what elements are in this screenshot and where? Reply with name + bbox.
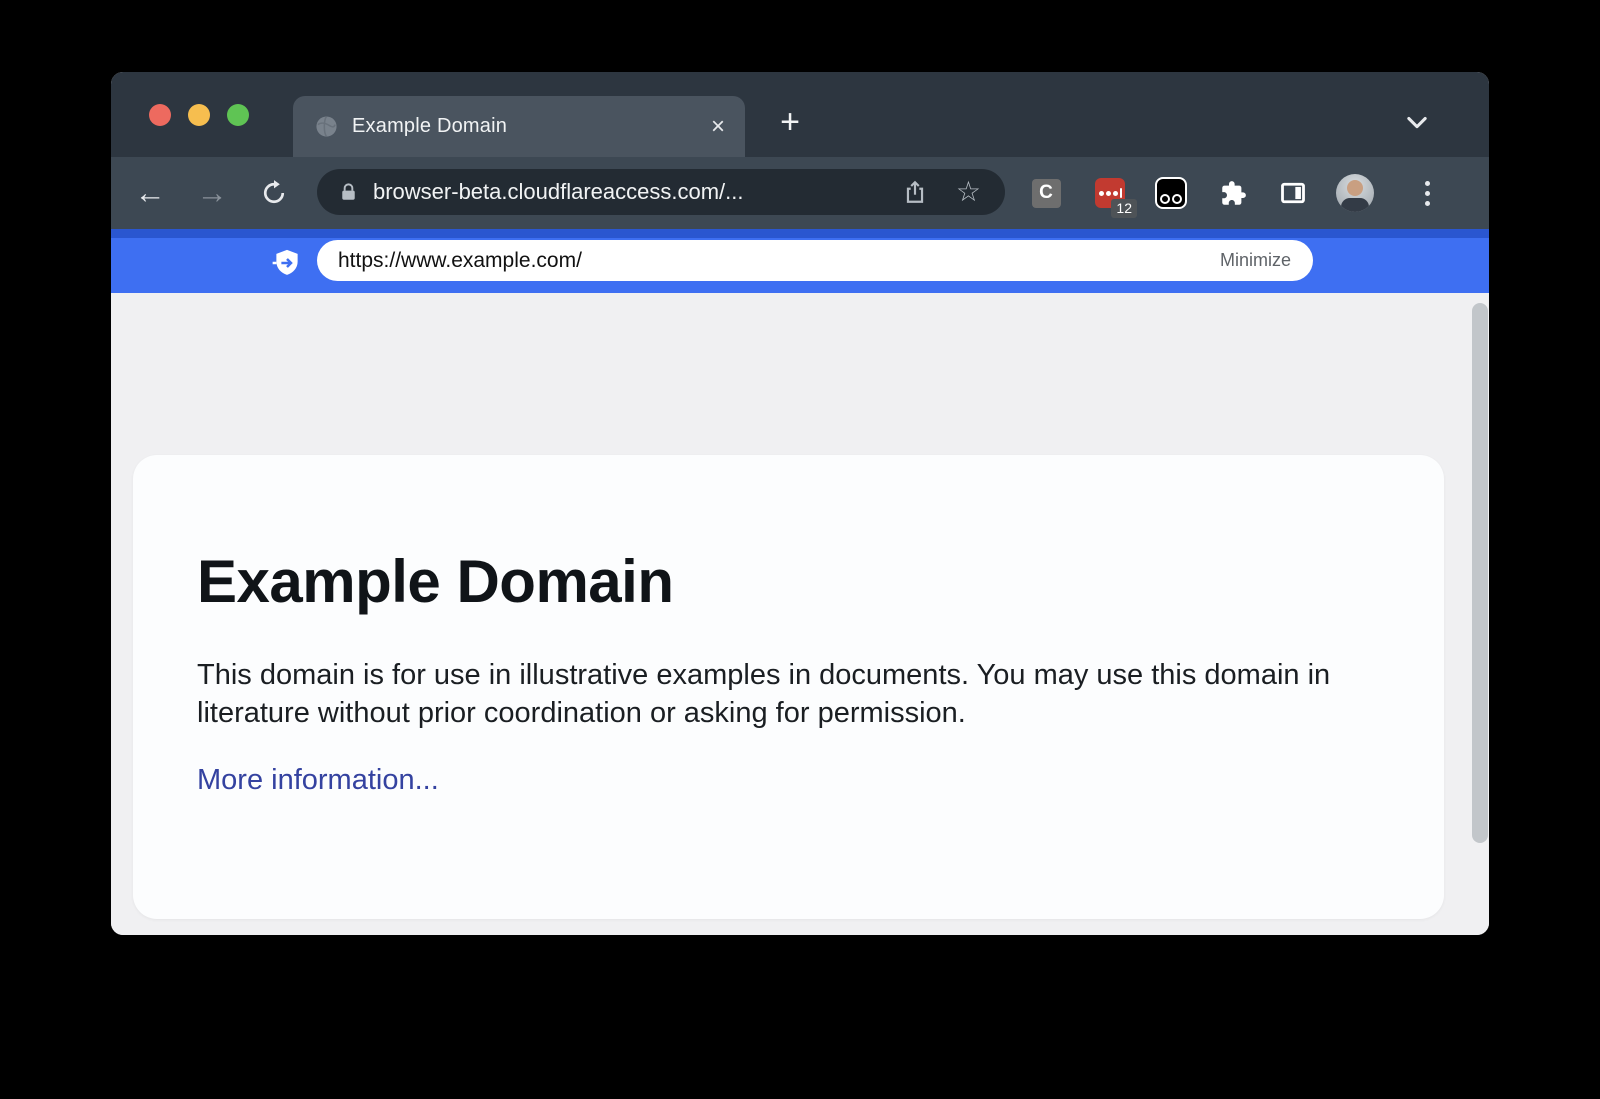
minimize-button[interactable]: Minimize (1220, 250, 1291, 271)
password-dots-icon: 12 (1095, 178, 1125, 208)
tab-title: Example Domain (352, 115, 507, 138)
avatar-torso (1341, 198, 1369, 212)
browser-window: Example Domain × + ← → (111, 72, 1489, 935)
page-paragraph: This domain is for use in illustrative e… (197, 656, 1352, 732)
bookmark-star-icon[interactable]: ☆ (956, 178, 981, 206)
puzzle-icon (1220, 180, 1247, 207)
desktop-background: Example Domain × + ← → (0, 0, 1600, 1099)
extension-circles-button[interactable] (1151, 173, 1191, 213)
isolation-url[interactable]: https://www.example.com/ (338, 249, 1220, 273)
extension-c-icon: C (1032, 179, 1061, 208)
close-window-button[interactable] (149, 104, 171, 126)
page-content: Example Domain This domain is for use in… (111, 293, 1489, 935)
browser-menu-button[interactable] (1407, 173, 1447, 213)
avatar (1336, 174, 1374, 212)
minimize-window-button[interactable] (188, 104, 210, 126)
tab-close-icon[interactable]: × (711, 115, 725, 139)
chevron-down-icon[interactable] (1403, 108, 1431, 136)
window-controls (149, 104, 249, 126)
scrollbar-thumb[interactable] (1472, 303, 1488, 843)
lock-icon (337, 181, 360, 204)
zoom-window-button[interactable] (227, 104, 249, 126)
address-bar[interactable]: browser-beta.cloudflareaccess.com/... ☆ (317, 169, 1005, 215)
back-button[interactable]: ← (130, 157, 170, 229)
extension-password-button[interactable]: 12 (1090, 173, 1130, 213)
shield-icon (272, 248, 302, 278)
side-panel-icon (1279, 179, 1307, 207)
toolbar: ← → browser-beta.cloudflareaccess.com/..… (111, 157, 1489, 229)
reload-button[interactable] (254, 157, 294, 229)
extension-badge: 12 (1111, 199, 1137, 218)
example-domain-card: Example Domain This domain is for use in… (133, 455, 1444, 919)
page-title: Example Domain (197, 547, 1364, 616)
isolation-bar: https://www.example.com/ Minimize (111, 229, 1489, 293)
three-dots-icon (1425, 181, 1430, 206)
profile-avatar[interactable] (1335, 173, 1375, 213)
new-tab-button[interactable]: + (773, 105, 807, 139)
extension-c-button[interactable]: C (1026, 173, 1066, 213)
tab-strip: Example Domain × + (111, 72, 1489, 157)
address-bar-url[interactable]: browser-beta.cloudflareaccess.com/... (373, 179, 902, 205)
share-icon[interactable] (902, 179, 928, 205)
isolation-address-bar[interactable]: https://www.example.com/ Minimize (317, 240, 1313, 281)
extensions-menu-button[interactable] (1213, 173, 1253, 213)
more-information-link[interactable]: More information... (197, 764, 439, 797)
two-circles-icon (1155, 177, 1187, 209)
globe-favicon-icon (315, 115, 338, 138)
isolation-bar-top-strip (111, 229, 1489, 238)
tab-example-domain[interactable]: Example Domain × (293, 96, 745, 157)
avatar-head (1347, 180, 1363, 196)
forward-button[interactable]: → (192, 157, 232, 229)
side-panel-button[interactable] (1273, 173, 1313, 213)
